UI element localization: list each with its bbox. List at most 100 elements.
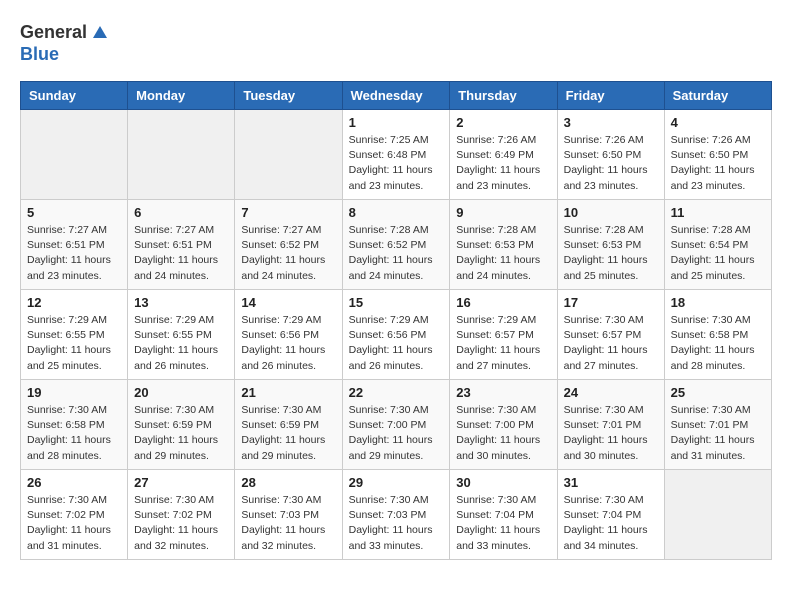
- day-number: 5: [27, 205, 121, 220]
- day-info: Sunrise: 7:26 AM Sunset: 6:50 PM Dayligh…: [671, 133, 765, 194]
- calendar-cell: [235, 110, 342, 200]
- calendar-cell: 25 Sunrise: 7:30 AM Sunset: 7:01 PM Dayli…: [664, 380, 771, 470]
- day-info: Sunrise: 7:28 AM Sunset: 6:53 PM Dayligh…: [564, 223, 658, 284]
- day-info: Sunrise: 7:26 AM Sunset: 6:50 PM Dayligh…: [564, 133, 658, 194]
- calendar-cell: 4 Sunrise: 7:26 AM Sunset: 6:50 PM Daylig…: [664, 110, 771, 200]
- week-row-3: 12 Sunrise: 7:29 AM Sunset: 6:55 PM Dayli…: [21, 290, 772, 380]
- day-info: Sunrise: 7:29 AM Sunset: 6:56 PM Dayligh…: [241, 313, 335, 374]
- logo-blue-text: Blue: [20, 44, 59, 64]
- day-info: Sunrise: 7:29 AM Sunset: 6:55 PM Dayligh…: [27, 313, 121, 374]
- day-info: Sunrise: 7:28 AM Sunset: 6:52 PM Dayligh…: [349, 223, 444, 284]
- col-header-tuesday: Tuesday: [235, 82, 342, 110]
- day-number: 13: [134, 295, 228, 310]
- day-number: 30: [456, 475, 550, 490]
- day-info: Sunrise: 7:30 AM Sunset: 6:58 PM Dayligh…: [671, 313, 765, 374]
- calendar-cell: 15Sunrise: 7:29 AM Sunset: 6:56 PM Dayli…: [342, 290, 450, 380]
- calendar-cell: 19Sunrise: 7:30 AM Sunset: 6:58 PM Dayli…: [21, 380, 128, 470]
- calendar-header-row: SundayMondayTuesdayWednesdayThursdayFrid…: [21, 82, 772, 110]
- calendar-cell: 31 Sunrise: 7:30 AM Sunset: 7:04 PM Dayli…: [557, 470, 664, 560]
- calendar-cell: 22 Sunrise: 7:30 AM Sunset: 7:00 PM Dayli…: [342, 380, 450, 470]
- calendar-cell: 13 Sunrise: 7:29 AM Sunset: 6:55 PM Dayli…: [128, 290, 235, 380]
- col-header-friday: Friday: [557, 82, 664, 110]
- day-info: Sunrise: 7:27 AM Sunset: 6:51 PM Dayligh…: [134, 223, 228, 284]
- day-number: 22: [349, 385, 444, 400]
- calendar-cell: 1Sunrise: 7:25 AM Sunset: 6:48 PM Daylig…: [342, 110, 450, 200]
- calendar-cell: 30 Sunrise: 7:30 AM Sunset: 7:04 PM Dayli…: [450, 470, 557, 560]
- day-number: 19: [27, 385, 121, 400]
- day-info: Sunrise: 7:30 AM Sunset: 6:59 PM Dayligh…: [134, 403, 228, 464]
- day-info: Sunrise: 7:26 AM Sunset: 6:49 PM Dayligh…: [456, 133, 550, 194]
- calendar-cell: 27 Sunrise: 7:30 AM Sunset: 7:02 PM Dayli…: [128, 470, 235, 560]
- day-number: 7: [241, 205, 335, 220]
- calendar-cell: 17 Sunrise: 7:30 AM Sunset: 6:57 PM Dayli…: [557, 290, 664, 380]
- day-number: 10: [564, 205, 658, 220]
- logo-triangle-icon: [89, 20, 111, 42]
- day-number: 21: [241, 385, 335, 400]
- col-header-monday: Monday: [128, 82, 235, 110]
- calendar-cell: 29 Sunrise: 7:30 AM Sunset: 7:03 PM Dayli…: [342, 470, 450, 560]
- calendar-cell: 20 Sunrise: 7:30 AM Sunset: 6:59 PM Dayli…: [128, 380, 235, 470]
- day-info: Sunrise: 7:30 AM Sunset: 7:03 PM Dayligh…: [241, 493, 335, 554]
- col-header-wednesday: Wednesday: [342, 82, 450, 110]
- day-info: Sunrise: 7:30 AM Sunset: 7:01 PM Dayligh…: [671, 403, 765, 464]
- day-number: 31: [564, 475, 658, 490]
- day-number: 4: [671, 115, 765, 130]
- week-row-2: 5 Sunrise: 7:27 AM Sunset: 6:51 PM Daylig…: [21, 200, 772, 290]
- calendar-cell: 21 Sunrise: 7:30 AM Sunset: 6:59 PM Dayli…: [235, 380, 342, 470]
- calendar-cell: 6 Sunrise: 7:27 AM Sunset: 6:51 PM Daylig…: [128, 200, 235, 290]
- col-header-thursday: Thursday: [450, 82, 557, 110]
- day-info: Sunrise: 7:30 AM Sunset: 7:02 PM Dayligh…: [134, 493, 228, 554]
- calendar-cell: 3Sunrise: 7:26 AM Sunset: 6:50 PM Daylig…: [557, 110, 664, 200]
- day-info: Sunrise: 7:30 AM Sunset: 7:04 PM Dayligh…: [456, 493, 550, 554]
- day-number: 2: [456, 115, 550, 130]
- calendar-cell: 28 Sunrise: 7:30 AM Sunset: 7:03 PM Dayli…: [235, 470, 342, 560]
- calendar-table: SundayMondayTuesdayWednesdayThursdayFrid…: [20, 81, 772, 560]
- day-info: Sunrise: 7:28 AM Sunset: 6:53 PM Dayligh…: [456, 223, 550, 284]
- day-number: 23: [456, 385, 550, 400]
- week-row-1: 1Sunrise: 7:25 AM Sunset: 6:48 PM Daylig…: [21, 110, 772, 200]
- day-number: 29: [349, 475, 444, 490]
- day-number: 12: [27, 295, 121, 310]
- calendar-cell: 2 Sunrise: 7:26 AM Sunset: 6:49 PM Daylig…: [450, 110, 557, 200]
- calendar-cell: 23 Sunrise: 7:30 AM Sunset: 7:00 PM Dayli…: [450, 380, 557, 470]
- calendar-cell: 9Sunrise: 7:28 AM Sunset: 6:53 PM Daylig…: [450, 200, 557, 290]
- week-row-5: 26 Sunrise: 7:30 AM Sunset: 7:02 PM Dayli…: [21, 470, 772, 560]
- day-info: Sunrise: 7:25 AM Sunset: 6:48 PM Dayligh…: [349, 133, 444, 194]
- col-header-sunday: Sunday: [21, 82, 128, 110]
- day-info: Sunrise: 7:30 AM Sunset: 7:04 PM Dayligh…: [564, 493, 658, 554]
- calendar-cell: 7 Sunrise: 7:27 AM Sunset: 6:52 PM Daylig…: [235, 200, 342, 290]
- calendar-cell: 26Sunrise: 7:30 AM Sunset: 7:02 PM Dayli…: [21, 470, 128, 560]
- day-info: Sunrise: 7:30 AM Sunset: 7:03 PM Dayligh…: [349, 493, 444, 554]
- page-header: General Blue: [20, 20, 772, 65]
- calendar-cell: [21, 110, 128, 200]
- day-info: Sunrise: 7:30 AM Sunset: 7:00 PM Dayligh…: [456, 403, 550, 464]
- day-number: 27: [134, 475, 228, 490]
- calendar-cell: 18 Sunrise: 7:30 AM Sunset: 6:58 PM Dayli…: [664, 290, 771, 380]
- day-info: Sunrise: 7:30 AM Sunset: 6:57 PM Dayligh…: [564, 313, 658, 374]
- day-number: 14: [241, 295, 335, 310]
- day-number: 28: [241, 475, 335, 490]
- day-info: Sunrise: 7:30 AM Sunset: 7:00 PM Dayligh…: [349, 403, 444, 464]
- calendar-cell: 16 Sunrise: 7:29 AM Sunset: 6:57 PM Dayli…: [450, 290, 557, 380]
- col-header-saturday: Saturday: [664, 82, 771, 110]
- day-info: Sunrise: 7:28 AM Sunset: 6:54 PM Dayligh…: [671, 223, 765, 284]
- day-number: 17: [564, 295, 658, 310]
- day-number: 26: [27, 475, 121, 490]
- day-info: Sunrise: 7:29 AM Sunset: 6:55 PM Dayligh…: [134, 313, 228, 374]
- day-number: 6: [134, 205, 228, 220]
- day-number: 16: [456, 295, 550, 310]
- day-info: Sunrise: 7:29 AM Sunset: 6:57 PM Dayligh…: [456, 313, 550, 374]
- day-number: 20: [134, 385, 228, 400]
- logo: General Blue: [20, 20, 111, 65]
- calendar-cell: 8Sunrise: 7:28 AM Sunset: 6:52 PM Daylig…: [342, 200, 450, 290]
- day-number: 24: [564, 385, 658, 400]
- day-number: 11: [671, 205, 765, 220]
- day-info: Sunrise: 7:30 AM Sunset: 6:59 PM Dayligh…: [241, 403, 335, 464]
- calendar-cell: 14 Sunrise: 7:29 AM Sunset: 6:56 PM Dayli…: [235, 290, 342, 380]
- calendar-cell: [128, 110, 235, 200]
- day-info: Sunrise: 7:27 AM Sunset: 6:52 PM Dayligh…: [241, 223, 335, 284]
- day-number: 18: [671, 295, 765, 310]
- day-info: Sunrise: 7:27 AM Sunset: 6:51 PM Dayligh…: [27, 223, 121, 284]
- day-number: 25: [671, 385, 765, 400]
- logo-wrapper: General Blue: [20, 20, 111, 65]
